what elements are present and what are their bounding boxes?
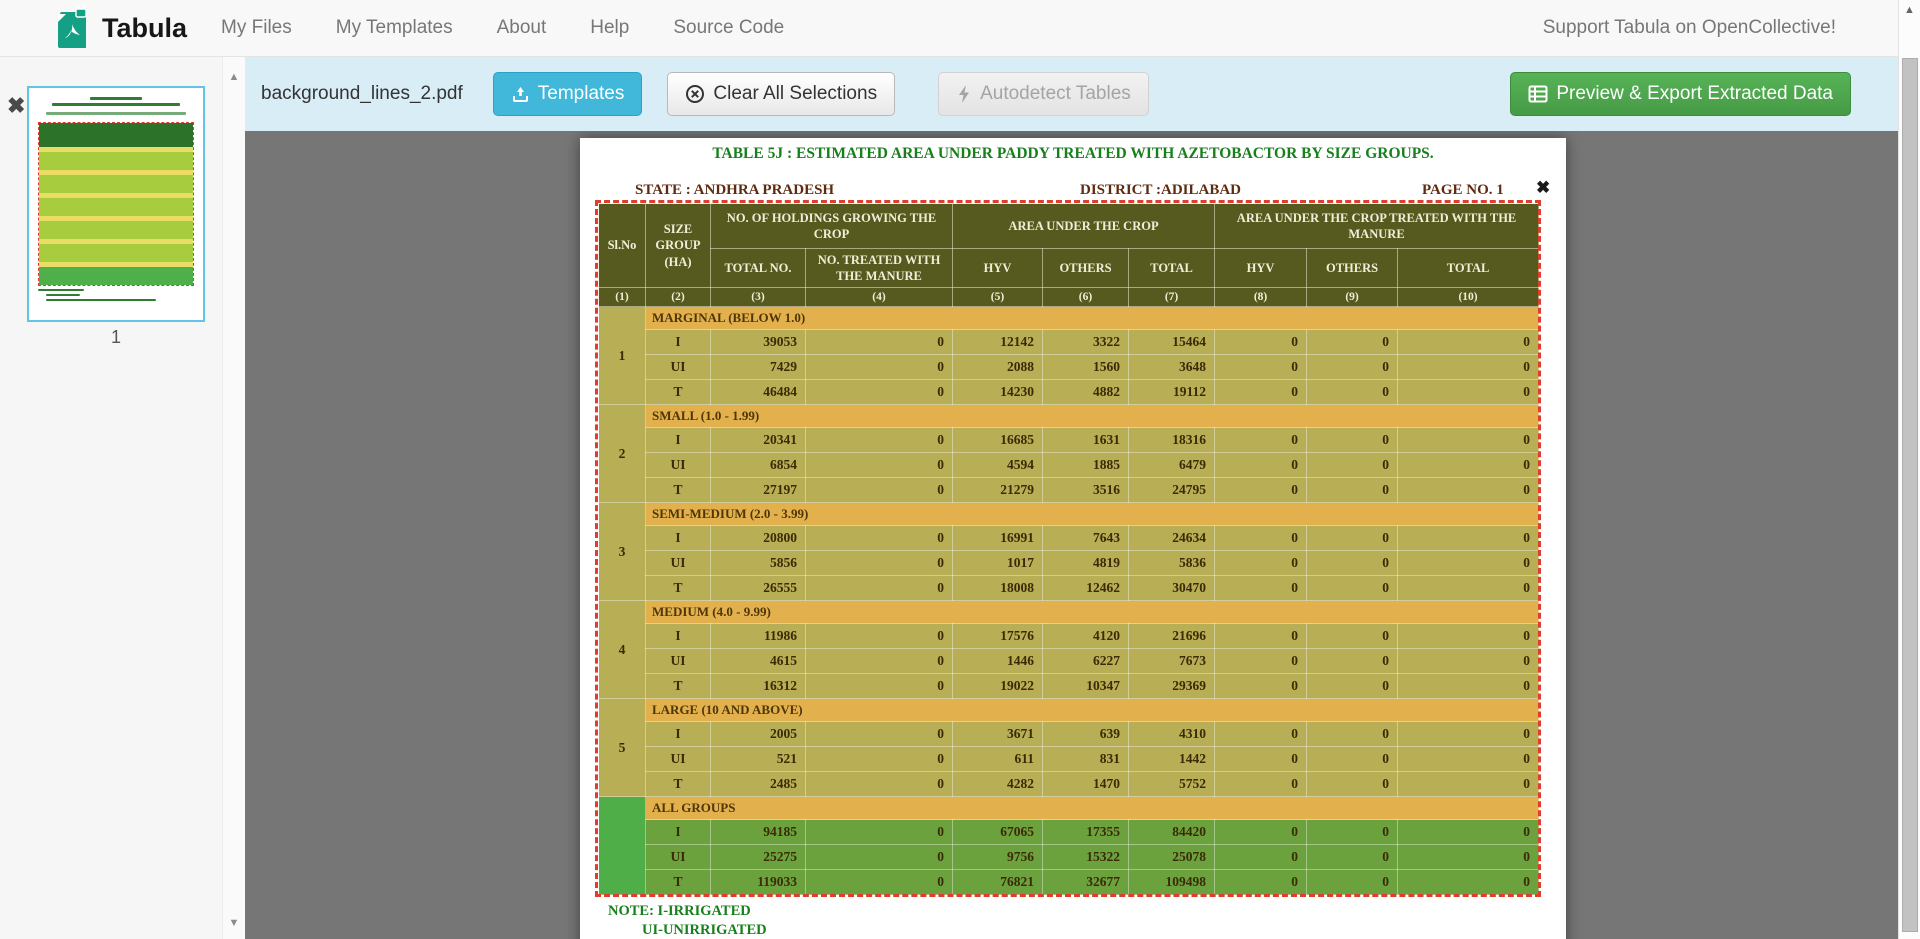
pdf-viewport: TABLE 5J : ESTIMATED AREA UNDER PADDY TR… [245,131,1898,939]
thumbnail-group-rows [39,221,193,239]
scrollbar-thumb[interactable] [1902,58,1918,932]
table-selection-overlay[interactable] [595,200,1541,897]
document-title: TABLE 5J : ESTIMATED AREA UNDER PADDY TR… [580,145,1566,163]
autodetect-tables-button[interactable]: Autodetect Tables [938,72,1149,116]
nav-menu: My Files My Templates About Help Source … [221,17,784,39]
page-no-label: PAGE NO. 1 [1422,182,1504,199]
thumbnail-group-rows [39,244,193,262]
thumbnail-table-selection [38,122,194,286]
document-toolbar: background_lines_2.pdf Templates Clear A… [245,57,1898,131]
filename-label: background_lines_2.pdf [261,83,463,105]
scroll-up-icon[interactable]: ▲ [1899,4,1920,16]
remove-selection-button[interactable]: ✖ [1536,178,1550,198]
top-navbar: Tabula My Files My Templates About Help … [0,0,1920,57]
brand-title: Tabula [102,13,187,44]
nav-item-source-code[interactable]: Source Code [673,17,784,39]
page-thumbnails-sidebar: ✖ 1 ▲ ▼ [0,57,245,939]
templates-button-label: Templates [538,83,625,105]
tabula-logo-icon [52,6,90,50]
export-button-label: Preview & Export Extracted Data [1556,83,1833,105]
thumbnail-title-line [90,97,142,100]
sidebar-scrollbar[interactable]: ▲ ▼ [222,57,245,939]
lightning-bolt-icon [956,84,972,104]
nav-item-help[interactable]: Help [590,17,629,39]
thumbnail-group-rows [39,152,193,170]
note-line-1: NOTE: I-IRRIGATED [608,903,751,920]
note-line-2: UI-UNIRRIGATED [642,922,767,939]
clear-all-selections-button[interactable]: Clear All Selections [667,72,895,116]
page-thumbnail[interactable] [27,86,205,322]
thumbnail-meta-line [46,112,186,115]
thumbnail-note-line [46,294,80,296]
clear-button-label: Clear All Selections [713,83,877,105]
templates-button[interactable]: Templates [493,72,643,116]
district-label: DISTRICT :ADILABAD [1080,182,1241,199]
thumbnail-group-rows [39,175,193,193]
page-number-label: 1 [27,327,205,348]
template-icon [511,85,530,104]
autodetect-button-label: Autodetect Tables [980,83,1131,105]
thumbnail-note-line [38,289,84,291]
thumbnail-note-line [46,299,156,301]
nav-item-my-templates[interactable]: My Templates [336,17,453,39]
scroll-up-icon[interactable]: ▲ [223,71,245,83]
nav-item-my-files[interactable]: My Files [221,17,292,39]
state-label: STATE : ANDHRA PRADESH [635,182,834,199]
pdf-page: TABLE 5J : ESTIMATED AREA UNDER PADDY TR… [580,138,1566,939]
clear-circle-x-icon [685,84,705,104]
scroll-down-icon[interactable]: ▼ [223,917,245,929]
thumbnail-subtitle-line [52,103,180,106]
window-scrollbar[interactable]: ▲ [1898,0,1920,939]
remove-page-button[interactable]: ✖ [7,95,25,117]
nav-item-about[interactable]: About [497,17,547,39]
thumbnail-group-rows [39,198,193,216]
table-list-icon [1528,85,1548,103]
thumbnail-group-rows [39,267,193,285]
thumbnail-table-header [39,123,193,147]
support-link[interactable]: Support Tabula on OpenCollective! [1543,17,1836,39]
preview-export-button[interactable]: Preview & Export Extracted Data [1510,72,1851,116]
